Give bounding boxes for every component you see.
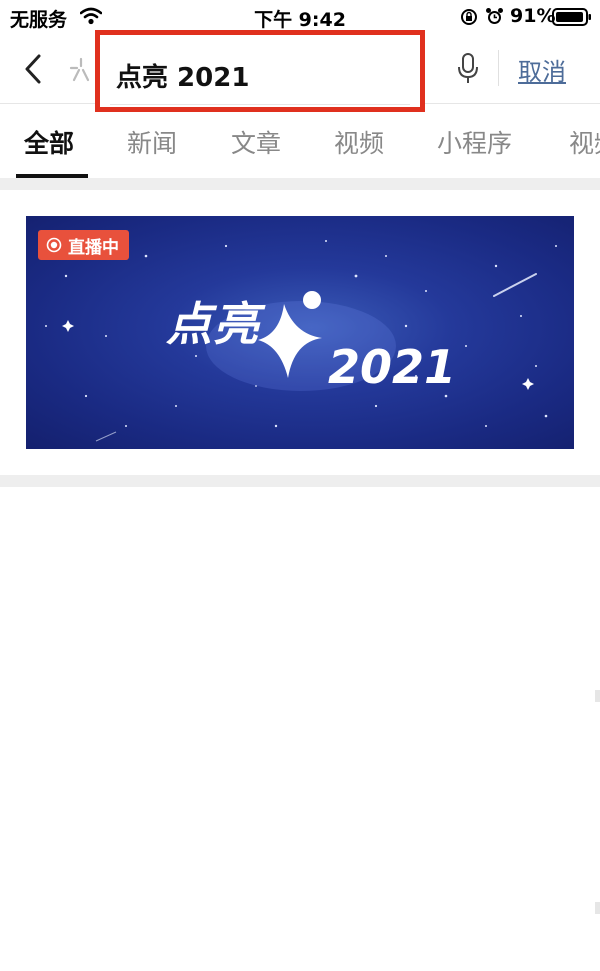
tab-bar: 全部 新闻 文章 视频 小程序 视频 xyxy=(0,104,600,178)
status-bar: 无服务 下午 9:42 91% xyxy=(0,0,600,34)
section-divider-2 xyxy=(0,475,600,487)
scroll-edge-mark xyxy=(595,690,600,702)
tab-news[interactable]: 新闻 xyxy=(127,124,177,160)
search-header: 点亮 2021 取消 xyxy=(0,30,600,112)
tab-videos-2[interactable]: 视频 xyxy=(569,124,600,160)
live-badge-label: 直播中 xyxy=(68,237,119,258)
battery-icon xyxy=(552,8,591,26)
rotation-lock-icon xyxy=(461,9,477,25)
search-input[interactable]: 点亮 2021 xyxy=(110,43,410,105)
tab-videos[interactable]: 视频 xyxy=(334,124,384,160)
ghost-icon xyxy=(69,57,90,82)
header-divider xyxy=(498,50,499,86)
alarm-icon xyxy=(486,8,503,24)
banner-title: 点亮 xyxy=(166,297,260,351)
mic-icon[interactable] xyxy=(456,52,480,86)
scroll-edge-mark-2 xyxy=(595,902,600,914)
live-dot-icon xyxy=(46,237,62,253)
search-input-highlight[interactable]: 点亮 2021 xyxy=(95,30,425,112)
back-icon[interactable] xyxy=(20,52,46,86)
battery-percent: 91% xyxy=(510,5,556,27)
cancel-button[interactable]: 取消 xyxy=(518,52,566,87)
tab-all[interactable]: 全部 xyxy=(24,124,74,160)
live-banner-card[interactable]: 直播中 点亮 2021 xyxy=(26,216,574,449)
search-query[interactable]: 点亮 2021 xyxy=(116,57,249,94)
tab-mini-programs[interactable]: 小程序 xyxy=(437,124,512,160)
live-badge: 直播中 xyxy=(38,230,129,260)
tab-articles[interactable]: 文章 xyxy=(231,124,281,160)
section-divider xyxy=(0,178,600,190)
banner-year: 2021 xyxy=(328,340,457,394)
